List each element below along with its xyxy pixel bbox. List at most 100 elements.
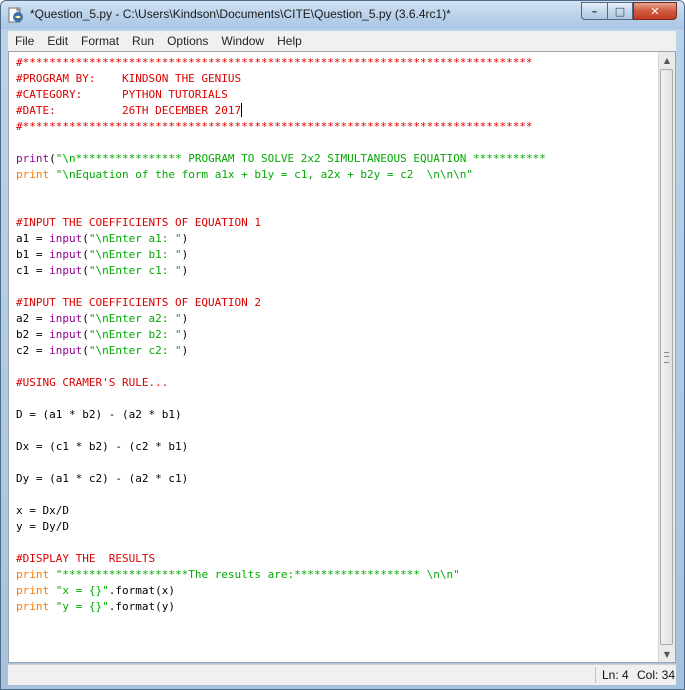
code-token-plain: b1 = [16,248,50,261]
code-token-string: "*******************The results are:****… [55,568,460,581]
code-token-builtin: print [16,152,50,165]
code-line: print "\nEquation of the form a1x + b1y … [16,167,660,183]
code-token-builtin: input [49,264,83,277]
code-token-string: "\nEnter b2: " [88,328,182,341]
code-token-string: "\nEnter b1: " [88,248,182,261]
menu-window[interactable]: Window [214,31,270,51]
code-line: print "x = {}".format(x) [16,583,660,599]
code-line: #INPUT THE COEFFICIENTS OF EQUATION 1 [16,215,660,231]
code-token-keyword: print [16,568,50,581]
python-idle-icon [8,7,23,23]
close-button[interactable]: ✕ [633,2,677,20]
menu-help[interactable]: Help [270,31,308,51]
code-token-plain: .format(y) [108,600,175,613]
code-token-plain: ) [181,328,189,341]
idle-editor-window: *Question_5.py - C:\Users\Kindson\Docume… [0,0,685,690]
status-column-number: Col: 34 [637,668,676,682]
code-line: Dx = (c1 * b2) - (c2 * b1) [16,439,660,455]
code-token-plain: .format(x) [108,584,175,597]
code-token-string: "\nEquation of the form a1x + b1y = c1, … [55,168,473,181]
code-line: print "*******************The results ar… [16,567,660,583]
code-line: #***************************************… [16,119,660,135]
code-token-plain: ) [181,312,189,325]
code-token-string: "\nEnter a2: " [88,312,182,325]
scroll-down-arrow-icon[interactable]: ▼ [659,646,675,662]
minimize-button[interactable]: – [581,2,607,20]
status-bar: Ln: 4 Col: 34 [8,664,676,685]
code-line: #CATEGORY: PYTHON TUTORIALS [16,87,660,103]
title-bar[interactable]: *Question_5.py - C:\Users\Kindson\Docume… [1,1,684,29]
menu-edit[interactable]: Edit [40,31,74,51]
vertical-scrollbar[interactable]: ▲ ▼ [658,52,675,662]
code-text-area[interactable]: #***************************************… [16,55,660,659]
code-line: print "y = {}".format(y) [16,599,660,615]
menu-file[interactable]: File [8,31,40,51]
scrollbar-thumb[interactable] [660,69,673,645]
code-token-string: "\nEnter c1: " [88,264,182,277]
code-token-comment: #INPUT THE COEFFICIENTS OF EQUATION 1 [16,216,262,229]
menu-run[interactable]: Run [125,31,160,51]
text-cursor [241,103,243,117]
code-token-string: "x = {}" [55,584,109,597]
code-token-plain: x = Dx/D [16,504,69,517]
code-token-plain: a1 = [16,232,50,245]
code-line: a1 = input("\nEnter a1: ") [16,231,660,247]
code-token-plain: ) [181,248,189,261]
code-line: #***************************************… [16,55,660,71]
code-token-string: "\nEnter a1: " [88,232,182,245]
code-line: print("\n**************** PROGRAM TO SOL… [16,151,660,167]
code-token-plain: a2 = [16,312,50,325]
window-title: *Question_5.py - C:\Users\Kindson\Docume… [30,7,451,21]
code-token-comment: #DATE: 26TH DECEMBER 2017 [16,104,242,117]
code-token-builtin: input [49,248,83,261]
code-token-plain: ( [82,264,89,277]
code-token-plain: ( [82,328,89,341]
maximize-button[interactable]: □ [607,2,633,20]
code-token-plain: Dx = (c1 * b2) - (c2 * b1) [16,440,189,453]
code-token-comment: #DISPLAY THE RESULTS [16,552,156,565]
code-token-string: "\n**************** PROGRAM TO SOLVE 2x2… [55,152,546,165]
code-token-comment: #INPUT THE COEFFICIENTS OF EQUATION 2 [16,296,262,309]
code-token-builtin: input [49,344,83,357]
menu-format[interactable]: Format [74,31,125,51]
code-token-plain: b2 = [16,328,50,341]
status-separator [595,667,596,683]
code-line: #DATE: 26TH DECEMBER 2017 [16,103,660,119]
menu-options[interactable]: Options [160,31,214,51]
code-line: b1 = input("\nEnter b1: ") [16,247,660,263]
code-token-builtin: input [49,312,83,325]
code-token-comment: #***************************************… [16,56,533,69]
scroll-up-arrow-icon[interactable]: ▲ [659,52,675,68]
code-line: #DISPLAY THE RESULTS [16,551,660,567]
code-token-builtin: input [49,232,83,245]
code-token-comment: #USING CRAMER'S RULE... [16,376,169,389]
code-line: c2 = input("\nEnter c2: ") [16,343,660,359]
code-token-builtin: input [49,328,83,341]
code-token-string: "y = {}" [55,600,109,613]
code-token-keyword: print [16,168,50,181]
code-token-comment: #***************************************… [16,120,533,133]
code-token-plain: ( [82,312,89,325]
code-token-plain: ( [49,152,56,165]
code-line: Dy = (a1 * c2) - (a2 * c1) [16,471,660,487]
code-token-plain: ( [82,232,89,245]
code-line: a2 = input("\nEnter a2: ") [16,311,660,327]
code-token-plain: ) [181,264,189,277]
code-token-comment: #PROGRAM BY: KINDSON THE GENIUS [16,72,242,85]
